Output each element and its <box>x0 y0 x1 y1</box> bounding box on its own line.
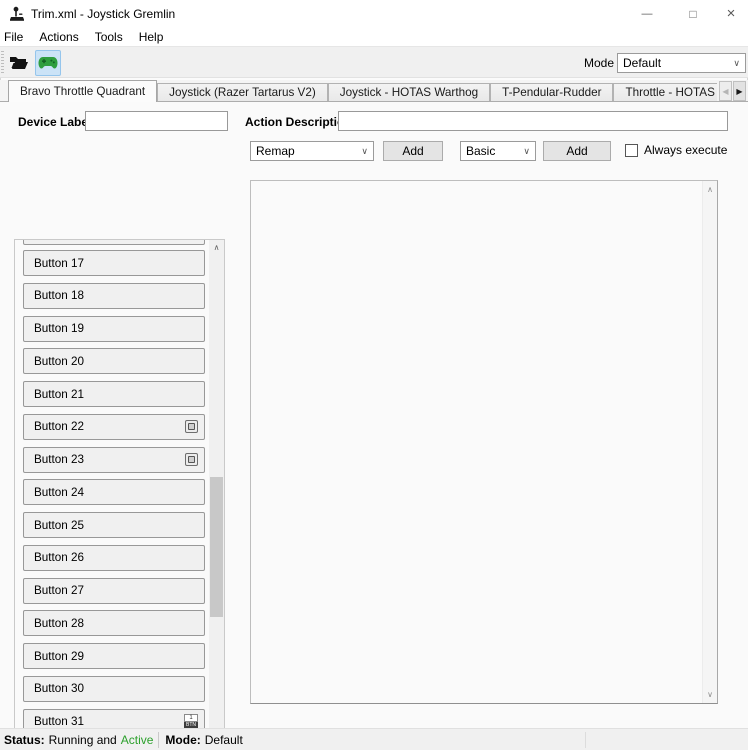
menu-item-file[interactable]: File <box>0 28 31 46</box>
input-list-scroll-area: Button 17 Button 18 Button 19 Button 20 Butt… <box>14 239 225 750</box>
remap-button-icon <box>185 453 198 466</box>
maximize-button[interactable]: □ <box>676 0 710 28</box>
action-type-select[interactable]: Remap ∨ <box>250 141 374 161</box>
input-button-row[interactable]: Button 17 <box>23 250 205 276</box>
add-condition-button[interactable]: Add <box>543 141 611 161</box>
status-label: Status: <box>4 732 45 747</box>
input-button-label: Button 18 <box>34 289 85 303</box>
input-button-row[interactable]: Button 19 <box>23 315 205 342</box>
input-button-row[interactable]: Button 25 <box>23 512 205 538</box>
list-vertical-scrollbar[interactable]: ∧ ∨ <box>209 240 224 750</box>
action-description-input[interactable] <box>338 111 728 131</box>
minimize-button[interactable]: — <box>630 0 664 28</box>
tab-t-pendular-rudder[interactable]: T-Pendular-Rudder <box>490 83 614 102</box>
input-button-label: Button 29 <box>34 649 85 663</box>
device-tab-bar: Bravo Throttle Quadrant Joystick (Razer T… <box>0 80 748 102</box>
input-button-label: Button 17 <box>34 256 85 270</box>
mode-select[interactable]: Default ∨ <box>617 53 746 73</box>
input-button-label: Button 23 <box>34 453 85 466</box>
input-button-label: Button 21 <box>34 387 85 401</box>
input-button-label: Button 31 <box>34 715 85 728</box>
always-execute-checkbox[interactable] <box>625 144 638 157</box>
tab-throttle-hotas-warthog[interactable]: Throttle - HOTAS Warthog <box>613 83 717 102</box>
status-panel-divider <box>585 732 586 748</box>
status-mode-label: Mode: <box>165 732 201 747</box>
input-button-row[interactable]: Button 30 <box>23 675 205 702</box>
input-button-row[interactable]: Button 20 <box>23 348 205 375</box>
app-window: Trim.xml - Joystick Gremlin — □ × File Ac… <box>0 0 748 750</box>
status-active-text: Active <box>120 732 154 747</box>
tab-joystick-razer-tartarus-v2[interactable]: Joystick (Razer Tartarus V2) <box>157 83 328 102</box>
title-bar: Trim.xml - Joystick Gremlin — □ × <box>0 0 748 28</box>
input-button-row[interactable]: Button 24 <box>23 479 205 506</box>
menu-item-tools[interactable]: Tools <box>87 28 131 46</box>
tab-scroll-left-button[interactable]: ◀ <box>719 81 732 101</box>
condition-type-select[interactable]: Basic ∨ <box>460 141 536 161</box>
chevron-down-icon: ∨ <box>361 145 368 156</box>
add-action-button[interactable]: Add <box>383 141 443 161</box>
window-title: Trim.xml - Joystick Gremlin <box>31 7 176 21</box>
scroll-up-icon[interactable]: ∧ <box>209 240 224 255</box>
input-button-label: Button 24 <box>34 485 85 499</box>
tab-scroll-right-button[interactable]: ▶ <box>733 81 746 101</box>
remap-button-icon <box>185 420 198 434</box>
list-item-clipped <box>23 240 205 245</box>
input-button-label: Button 25 <box>34 518 85 532</box>
status-mode-value: Default <box>204 732 243 747</box>
condition-type-value: Basic <box>466 144 496 158</box>
vjoy-remap-icon: 1 BTN <box>184 714 198 729</box>
status-running-text: Running and <box>48 732 117 747</box>
joystick-app-icon <box>10 6 24 21</box>
scroll-up-icon[interactable]: ∧ <box>703 182 717 197</box>
activate-button[interactable] <box>35 50 61 76</box>
tab-joystick-hotas-warthog[interactable]: Joystick - HOTAS Warthog <box>327 83 491 102</box>
input-button-row[interactable]: Button 26 <box>23 544 205 571</box>
menu-bar: File Actions Tools Help <box>0 28 748 46</box>
toolbar-grip <box>1 51 4 75</box>
device-page: Device Label Action Description Button 1… <box>0 102 748 750</box>
action-description-caption: Action Description <box>245 115 352 129</box>
input-button-row[interactable]: Button 27 <box>23 577 205 604</box>
toolbar: Mode Default ∨ <box>0 46 748 78</box>
chevron-down-icon: ∨ <box>523 145 530 156</box>
open-profile-button[interactable] <box>6 50 32 76</box>
input-button-label: Button 30 <box>34 682 85 696</box>
input-button-row[interactable]: Button 28 <box>23 610 205 637</box>
device-label-caption: Device Label <box>18 115 92 129</box>
mode-select-value: Default <box>623 56 662 70</box>
gamepad-icon <box>38 57 58 69</box>
input-button-label: Button 28 <box>34 616 85 630</box>
vertical-scroll-thumb[interactable] <box>210 477 223 617</box>
input-button-row[interactable]: Button 22 <box>23 413 205 440</box>
always-execute-label: Always execute <box>644 143 728 157</box>
input-button-row[interactable]: Button 23 <box>23 446 205 473</box>
scroll-down-icon[interactable]: ∨ <box>703 687 717 702</box>
input-button-label: Button 26 <box>34 551 85 565</box>
input-button-row[interactable]: Button 21 <box>23 381 205 407</box>
action-type-value: Remap <box>256 144 295 158</box>
input-button-label: Button 19 <box>34 322 85 335</box>
tab-bravo-throttle-quadrant[interactable]: Bravo Throttle Quadrant <box>8 80 158 102</box>
tabs-container: Bravo Throttle Quadrant Joystick (Razer T… <box>8 80 717 102</box>
input-button-label: Button 22 <box>34 420 85 434</box>
close-button[interactable]: × <box>714 0 748 28</box>
status-divider <box>158 731 160 748</box>
input-button-label: Button 20 <box>34 354 85 368</box>
menu-item-actions[interactable]: Actions <box>31 28 86 46</box>
mode-label: Mode <box>583 56 614 70</box>
status-bar: Status: Running and Active Mode: Default <box>0 728 748 750</box>
input-button-row[interactable]: Button 29 <box>23 643 205 669</box>
open-folder-icon <box>10 57 28 69</box>
action-configuration-area: ∧ ∨ <box>250 180 718 704</box>
device-label-input[interactable] <box>85 111 228 131</box>
menu-item-help[interactable]: Help <box>131 28 172 46</box>
chevron-down-icon: ∨ <box>733 57 740 68</box>
input-button-row[interactable]: Button 18 <box>23 282 205 309</box>
input-button-label: Button 27 <box>34 584 85 597</box>
panel-vertical-scrollbar[interactable]: ∧ ∨ <box>702 181 717 703</box>
